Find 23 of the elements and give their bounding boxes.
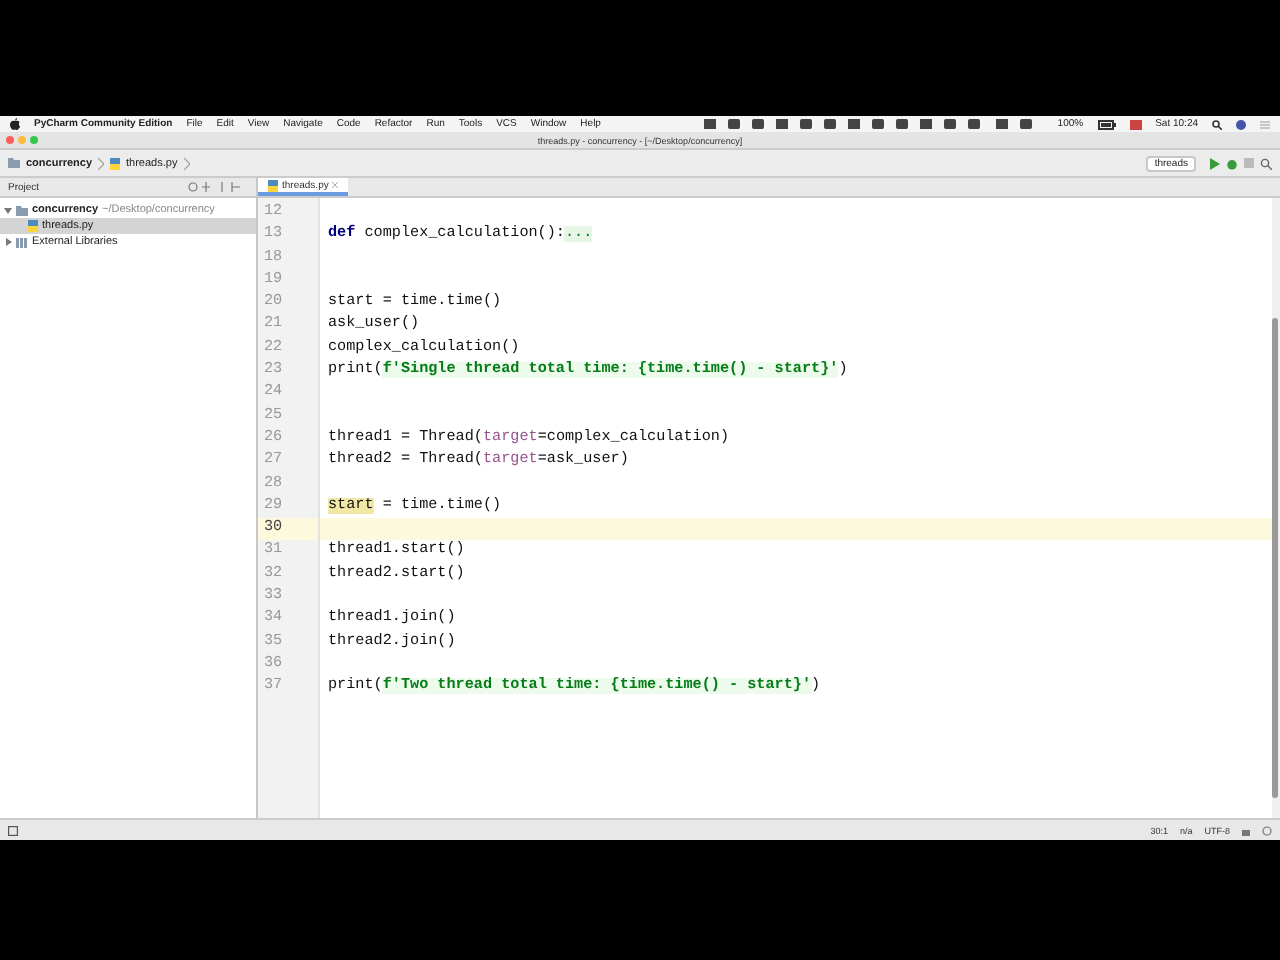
flag-icon[interactable] [1129, 119, 1142, 129]
python-file-icon [110, 157, 121, 169]
search-icon[interactable] [1212, 119, 1222, 129]
scrollbar-thumb[interactable] [1272, 318, 1278, 798]
folder-icon [8, 158, 20, 168]
run-icon[interactable] [1210, 157, 1220, 169]
close-icon[interactable] [332, 182, 339, 188]
inspector-icon[interactable] [1262, 825, 1272, 835]
python-file-icon [28, 220, 38, 232]
apple-logo-icon[interactable] [10, 118, 20, 130]
expanded-arrow-icon[interactable] [4, 206, 12, 214]
siri-icon[interactable] [1236, 119, 1246, 129]
battery-icon[interactable] [1097, 119, 1116, 129]
chevron-icon [98, 157, 105, 169]
library-icon [16, 237, 28, 247]
chevron-icon [183, 157, 190, 169]
search-icon[interactable] [1260, 157, 1272, 169]
debug-icon[interactable] [1226, 157, 1238, 169]
lock-icon[interactable] [1242, 825, 1250, 835]
python-file-icon [268, 179, 278, 191]
collapsed-arrow-icon[interactable] [4, 238, 12, 246]
close-button[interactable] [6, 136, 14, 144]
tool-windows-icon[interactable] [8, 825, 18, 835]
